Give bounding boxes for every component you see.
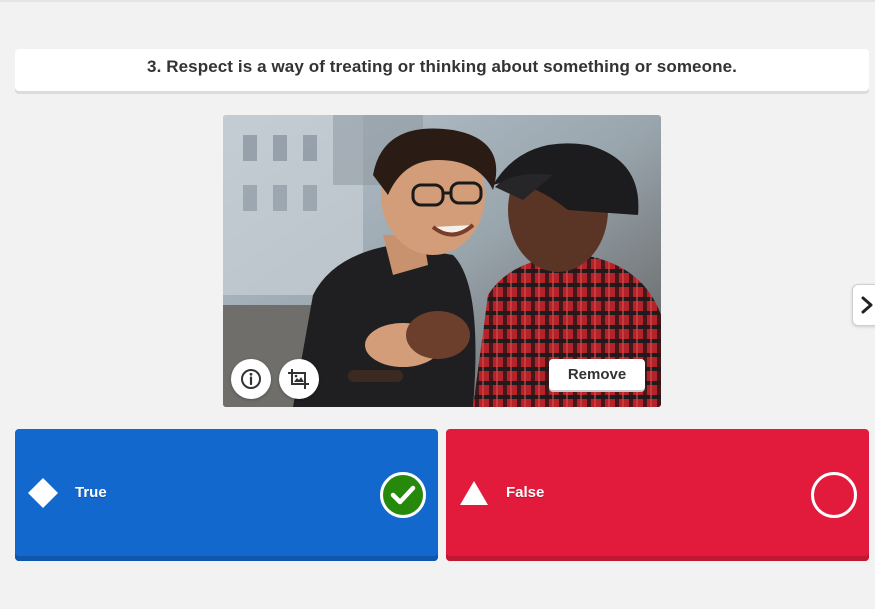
diamond-icon <box>27 477 59 509</box>
image-edit-button[interactable] <box>279 359 319 399</box>
answer-label-false[interactable]: False <box>506 484 544 501</box>
correct-answer-toggle-true[interactable] <box>380 472 426 518</box>
triangle-icon <box>458 477 490 509</box>
remove-image-button[interactable]: Remove <box>549 359 645 390</box>
correct-answer-toggle-false[interactable] <box>811 472 857 518</box>
top-divider <box>0 0 875 2</box>
question-title[interactable]: 3. Respect is a way of treating or think… <box>147 57 737 77</box>
image-info-button[interactable] <box>231 359 271 399</box>
quiz-editor-page: 3. Respect is a way of treating or think… <box>0 0 875 609</box>
image-crop-icon <box>288 369 309 389</box>
chevron-right-icon <box>861 296 873 314</box>
next-panel-button[interactable] <box>852 284 875 326</box>
info-icon <box>241 369 261 389</box>
answer-label-true[interactable]: True <box>75 484 107 501</box>
checkmark-icon <box>390 485 416 505</box>
question-card[interactable]: 3. Respect is a way of treating or think… <box>15 49 869 91</box>
answer-option-false[interactable]: False <box>446 429 869 561</box>
answer-option-true[interactable]: True <box>15 429 438 561</box>
